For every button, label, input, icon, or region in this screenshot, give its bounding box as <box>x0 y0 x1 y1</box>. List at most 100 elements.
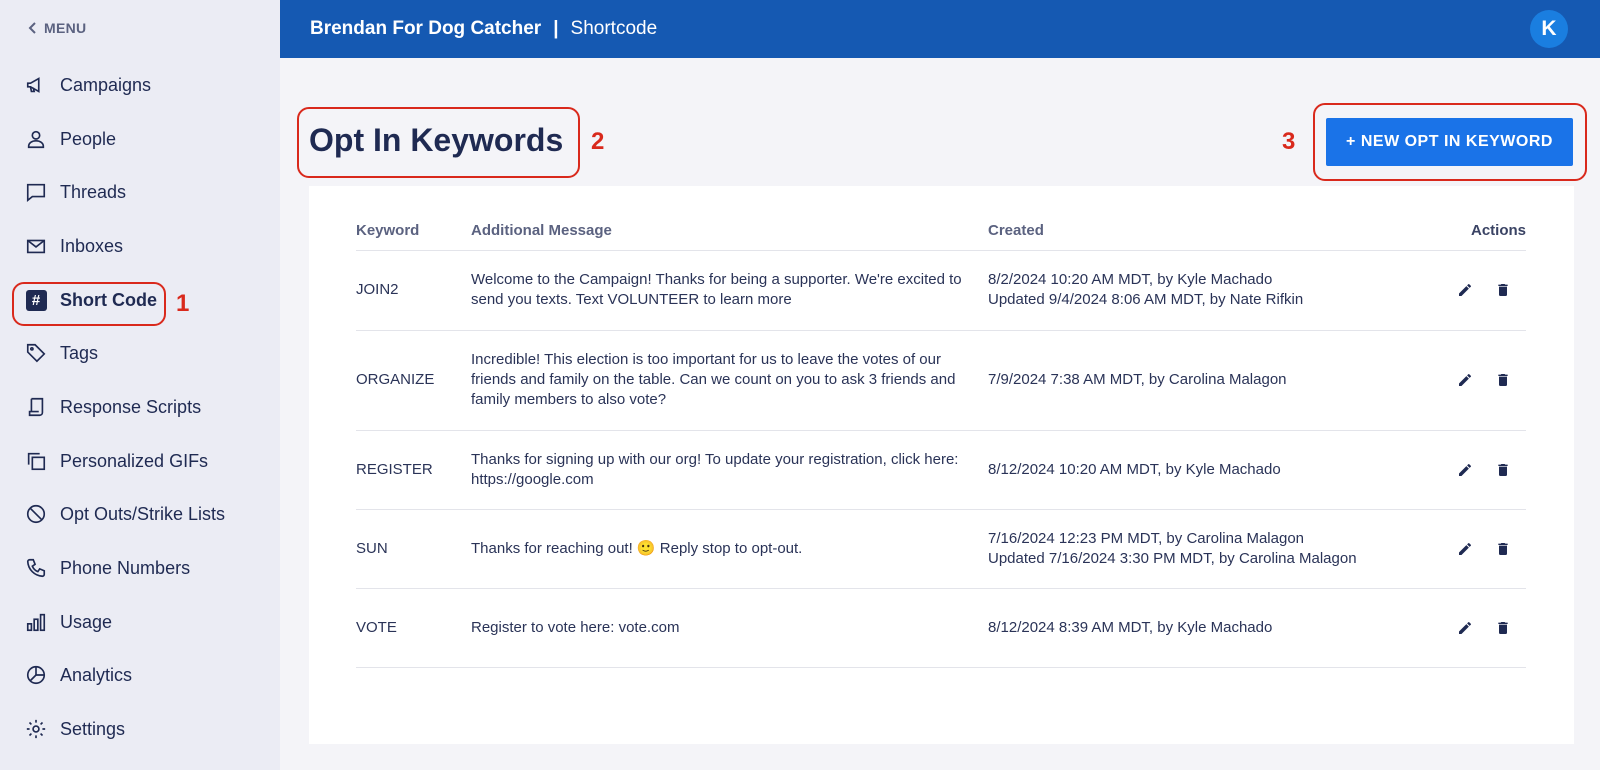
created-text: 8/12/2024 10:20 AM MDT, by Kyle Machado <box>988 460 1281 478</box>
org-name: Brendan For Dog Catcher <box>310 18 542 39</box>
delete-trash-icon[interactable] <box>1494 540 1512 558</box>
sidebar-item-label: Tags <box>60 342 99 363</box>
created-cell: 7/9/2024 7:38 AM MDT, by Carolina Malago… <box>988 330 1408 431</box>
edit-pencil-icon[interactable] <box>1456 540 1474 558</box>
copy-icon <box>24 449 48 473</box>
keyword-cell: ORGANIZE <box>356 330 471 431</box>
updated-text: Updated 9/4/2024 8:06 AM MDT, by Nate Ri… <box>988 291 1304 308</box>
actions-cell <box>1408 588 1526 668</box>
table-row: VOTE Register to vote here: vote.com 8/1… <box>356 588 1526 668</box>
message-cell: Incredible! This election is too importa… <box>471 330 988 431</box>
menu-back-button[interactable]: MENU <box>28 20 86 36</box>
annotation-number-2: 2 <box>591 128 605 155</box>
person-icon <box>24 127 48 151</box>
column-header-actions: Actions <box>1408 212 1526 251</box>
actions-cell <box>1408 330 1526 431</box>
table-header-row: Keyword Additional Message Created Actio… <box>356 212 1526 251</box>
sidebar-item-tags[interactable]: Tags <box>24 333 98 373</box>
sidebar-item-usage[interactable]: Usage <box>24 602 112 642</box>
megaphone-icon <box>24 73 48 97</box>
keyword-cell: VOTE <box>356 588 471 668</box>
annotation-box-short-code <box>12 282 166 326</box>
message-cell: Thanks for signing up with our org! To u… <box>471 430 988 510</box>
chat-bubble-icon <box>24 180 48 204</box>
sidebar-item-label: People <box>60 128 117 149</box>
delete-trash-icon[interactable] <box>1494 619 1512 637</box>
annotation-number-3: 3 <box>1282 128 1296 155</box>
chevron-left-icon <box>28 22 36 34</box>
edit-pencil-icon[interactable] <box>1456 371 1474 389</box>
keyword-cell: SUN <box>356 509 471 589</box>
sidebar-item-label: Response Scripts <box>60 396 202 417</box>
sidebar-item-threads[interactable]: Threads <box>24 172 126 212</box>
edit-pencil-icon[interactable] <box>1456 619 1474 637</box>
sidebar-item-analytics[interactable]: Analytics <box>24 655 132 695</box>
sidebar: MENU Campaigns People Threads Inboxes # … <box>0 0 280 770</box>
keyword-cell: REGISTER <box>356 430 471 510</box>
updated-text: Updated 7/16/2024 3:30 PM MDT, by Caroli… <box>988 549 1357 567</box>
sidebar-item-opt-outs[interactable]: Opt Outs/Strike Lists <box>24 494 225 534</box>
sidebar-item-label: Phone Numbers <box>60 557 191 578</box>
column-header-keyword: Keyword <box>356 212 471 251</box>
table-row: REGISTER Thanks for signing up with our … <box>356 430 1526 510</box>
created-cell: 8/2/2024 10:20 AM MDT, by Kyle Machado U… <box>988 250 1408 331</box>
delete-trash-icon[interactable] <box>1494 371 1512 389</box>
sidebar-item-label: Analytics <box>60 664 133 685</box>
keywords-table: Keyword Additional Message Created Actio… <box>356 212 1526 668</box>
sidebar-item-label: Settings <box>60 718 126 739</box>
sidebar-item-label: Personalized GIFs <box>60 450 209 471</box>
script-icon <box>24 395 48 419</box>
mail-icon <box>24 234 48 258</box>
created-cell: 7/16/2024 12:23 PM MDT, by Carolina Mala… <box>988 509 1408 589</box>
keywords-card: Keyword Additional Message Created Actio… <box>309 186 1574 744</box>
sidebar-item-campaigns[interactable]: Campaigns <box>24 65 151 105</box>
gear-icon <box>24 717 48 741</box>
keyword-cell: JOIN2 <box>356 250 471 331</box>
actions-cell <box>1408 250 1526 331</box>
column-header-created: Created <box>988 212 1408 251</box>
sidebar-item-settings[interactable]: Settings <box>24 709 125 749</box>
avatar[interactable]: K <box>1530 10 1568 48</box>
annotation-box-title <box>297 107 580 178</box>
sidebar-item-label: Campaigns <box>60 74 152 95</box>
column-header-message: Additional Message <box>471 212 988 251</box>
sidebar-item-label: Threads <box>60 181 127 202</box>
created-text: 7/16/2024 12:23 PM MDT, by Carolina Mala… <box>988 529 1305 547</box>
sidebar-item-label: Inboxes <box>60 235 124 256</box>
block-icon <box>24 502 48 526</box>
table-row: SUN Thanks for reaching out! 🙂 Reply sto… <box>356 509 1526 589</box>
created-text: 8/2/2024 10:20 AM MDT, by Kyle Machado <box>988 271 1273 288</box>
sidebar-item-inboxes[interactable]: Inboxes <box>24 226 123 266</box>
sidebar-item-personalized-gifs[interactable]: Personalized GIFs <box>24 441 208 481</box>
created-cell: 8/12/2024 8:39 AM MDT, by Kyle Machado <box>988 588 1408 668</box>
message-cell: Thanks for reaching out! 🙂 Reply stop to… <box>471 509 988 589</box>
section-name: Shortcode <box>570 18 658 39</box>
annotation-box-new-button <box>1313 103 1587 181</box>
actions-cell <box>1408 509 1526 589</box>
pie-chart-icon <box>24 663 48 687</box>
actions-cell <box>1408 430 1526 510</box>
message-cell: Register to vote here: vote.com <box>471 588 988 668</box>
created-text: 8/12/2024 8:39 AM MDT, by Kyle Machado <box>988 618 1273 636</box>
bar-chart-icon <box>24 610 48 634</box>
message-cell: Welcome to the Campaign! Thanks for bein… <box>471 250 988 331</box>
edit-pencil-icon[interactable] <box>1456 461 1474 479</box>
table-row: JOIN2 Welcome to the Campaign! Thanks fo… <box>356 250 1526 331</box>
sidebar-item-people[interactable]: People <box>24 119 116 159</box>
created-text: 7/9/2024 7:38 AM MDT, by Carolina Malago… <box>988 371 1287 388</box>
annotation-number-1: 1 <box>176 290 190 317</box>
menu-label: MENU <box>44 20 87 36</box>
tag-icon <box>24 341 48 365</box>
table-row: ORGANIZE Incredible! This election is to… <box>356 330 1526 431</box>
delete-trash-icon[interactable] <box>1494 461 1512 479</box>
phone-icon <box>24 556 48 580</box>
sidebar-item-phone-numbers[interactable]: Phone Numbers <box>24 548 190 588</box>
header-separator: | <box>553 18 559 39</box>
created-cell: 8/12/2024 10:20 AM MDT, by Kyle Machado <box>988 430 1408 510</box>
delete-trash-icon[interactable] <box>1494 281 1512 299</box>
sidebar-item-label: Usage <box>60 611 113 632</box>
top-bar: Brendan For Dog Catcher | Shortcode K <box>280 0 1600 58</box>
sidebar-item-response-scripts[interactable]: Response Scripts <box>24 387 201 427</box>
sidebar-item-label: Opt Outs/Strike Lists <box>60 503 226 524</box>
edit-pencil-icon[interactable] <box>1456 281 1474 299</box>
